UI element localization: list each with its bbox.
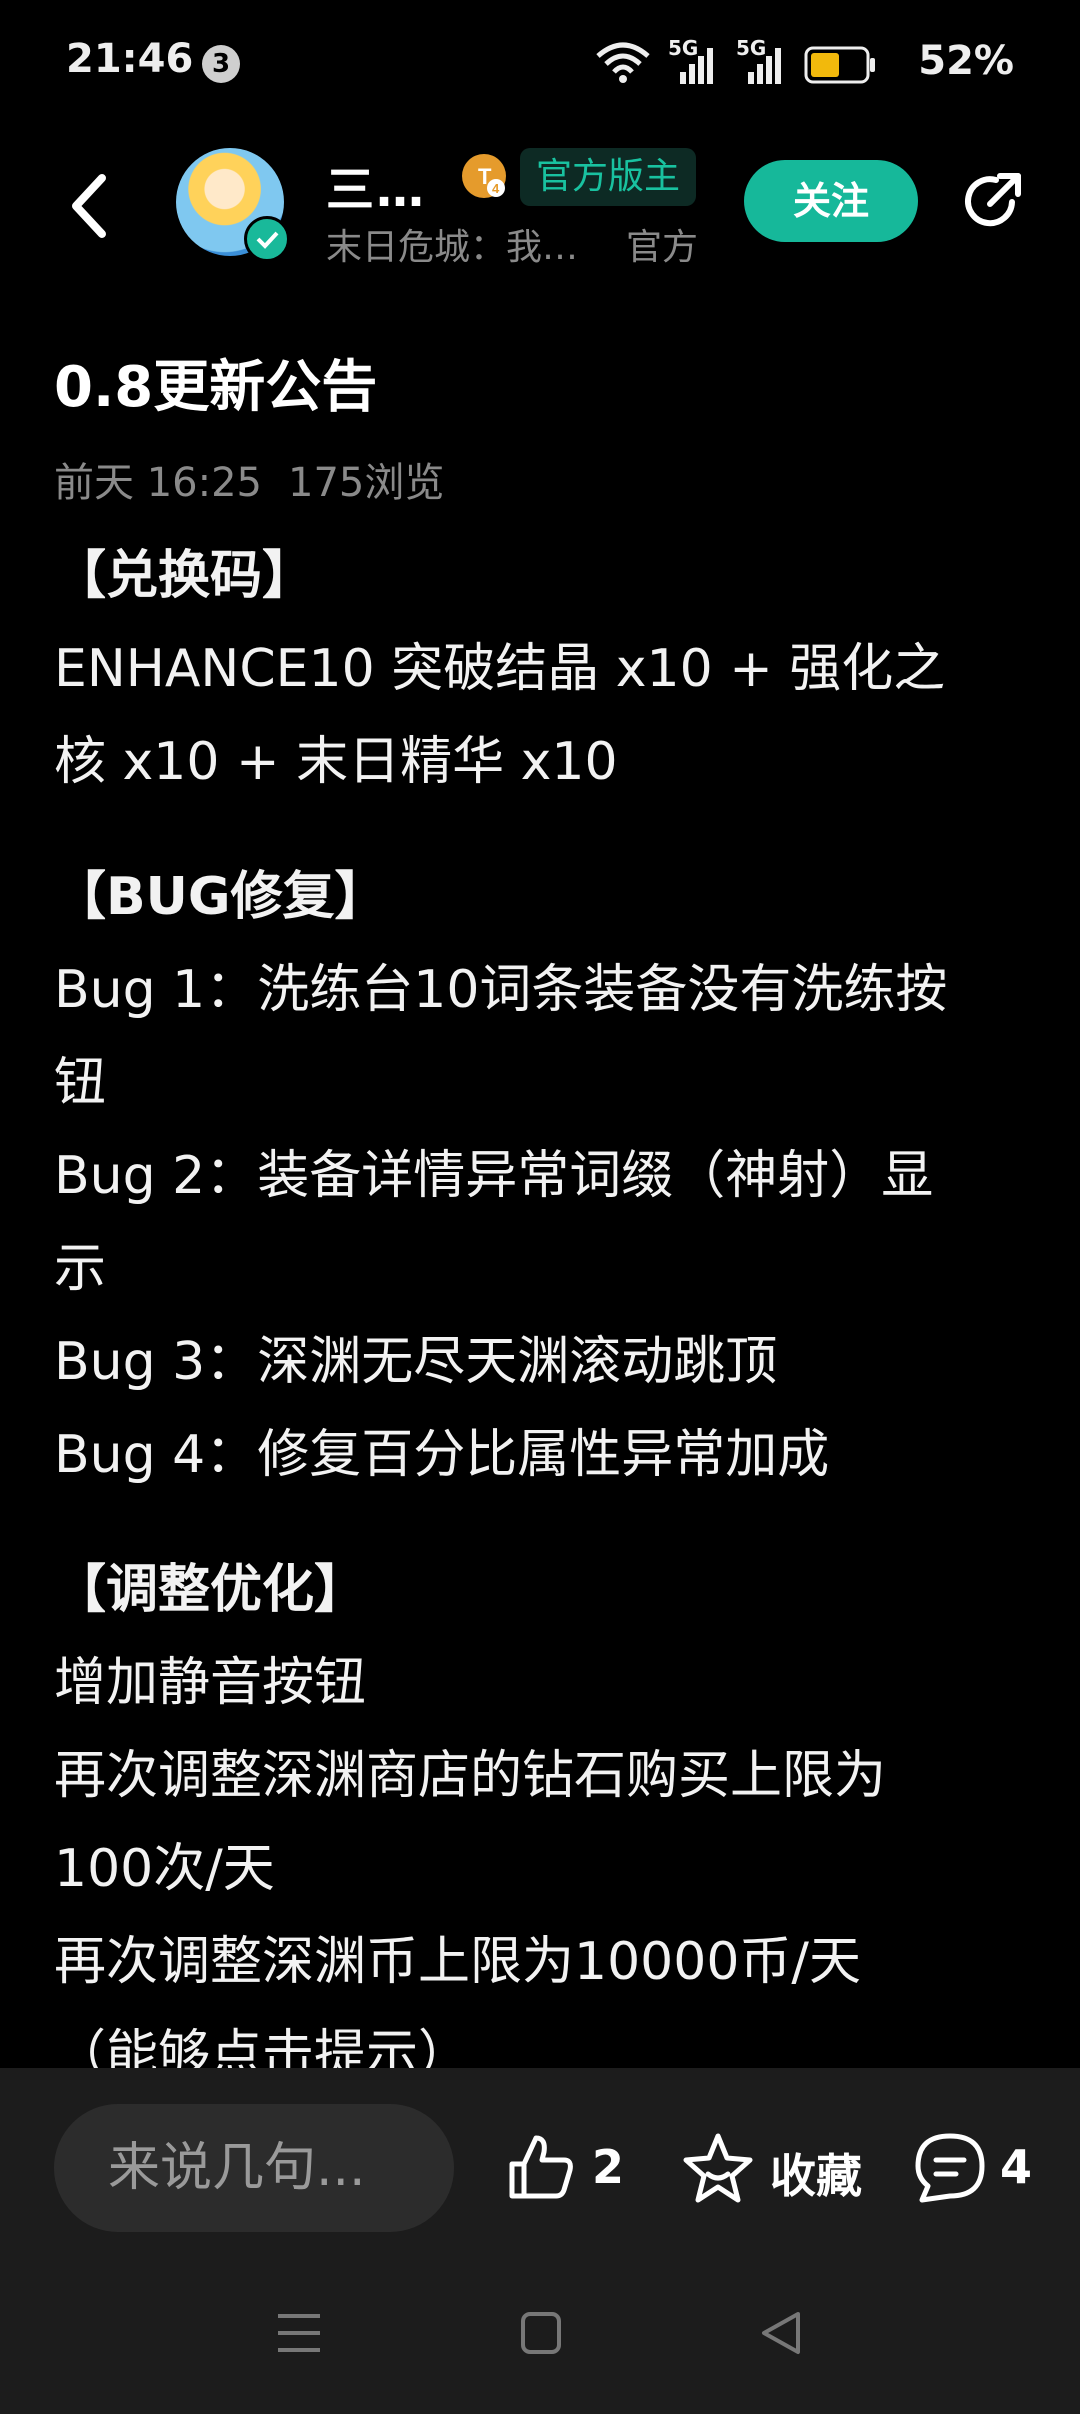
body-line: 100次/天 [54, 1839, 275, 1899]
body-line: 核 x10 + 末日精华 x10 [54, 732, 618, 792]
body-line: ENHANCE10 突破结晶 x10 + 强化之 [54, 639, 946, 699]
home-nav-icon[interactable] [520, 2310, 562, 2356]
signal-icon-1 [680, 48, 713, 84]
like-count: 2 [592, 2140, 625, 2194]
section-heading-adjustments: 【调整优化】 [54, 1560, 367, 1620]
body-line: 钮 [54, 1053, 107, 1113]
post-meta: 前天 16:25 175浏览 [54, 450, 444, 508]
post-title: 0.8更新公告 [54, 355, 378, 420]
thumbs-up-icon [509, 2135, 573, 2199]
svg-text:4: 4 [492, 181, 500, 196]
status-time: 21:46 [66, 36, 194, 82]
post-date: 前天 16:25 [54, 460, 262, 506]
comment-input[interactable]: 来说几句... [54, 2104, 454, 2232]
body-line: 再次调整深渊币上限为10000币/天 [54, 1932, 861, 1992]
status-indicators: 5G 5G 52% [594, 34, 1014, 90]
body-line: 增加静音按钮 [54, 1653, 367, 1713]
back-button[interactable] [60, 168, 120, 244]
body-line: Bug 2：装备详情异常词缀（神射）显 [54, 1146, 934, 1206]
battery-percent: 52% [918, 38, 1014, 84]
system-nav-bar [0, 2260, 1080, 2414]
menu-nav-icon[interactable] [276, 2310, 322, 2356]
wifi-icon [596, 42, 650, 83]
comment-bubble-icon [915, 2133, 985, 2203]
section-heading-bug-fixes: 【BUG修复】 [54, 867, 387, 927]
share-icon[interactable] [956, 166, 1028, 238]
verified-icon [244, 216, 290, 262]
post-body: 【兑换码】 ENHANCE10 突破结晶 x10 + 强化之 核 x10 + 末… [54, 530, 1034, 2102]
comment-count: 4 [1000, 2140, 1033, 2194]
like-button[interactable]: 2 [504, 2126, 644, 2210]
status-bar: 21:46 3 5G 5G 52% [0, 0, 1080, 130]
notification-count-badge: 3 [202, 45, 240, 83]
body-line: 再次调整深渊商店的钻石购买上限为 [54, 1746, 887, 1806]
body-line: 示 [54, 1239, 107, 1299]
favorite-button[interactable]: 收藏 [680, 2126, 870, 2210]
author-game-name: 末日危城：我… [326, 227, 579, 268]
battery-icon [804, 46, 875, 84]
post-views: 175浏览 [288, 460, 445, 506]
post-header: 三… T 4 官方版主 末日危城：我… 官方 关注 [0, 130, 1080, 280]
back-nav-icon[interactable] [758, 2308, 804, 2358]
body-line: Bug 1：洗练台10词条装备没有洗练按 [54, 960, 948, 1020]
author-name[interactable]: 三… [326, 150, 426, 220]
comments-button[interactable]: 4 [912, 2126, 1032, 2210]
t4-level-icon: T 4 [462, 154, 506, 198]
official-tag: 官方 [626, 227, 699, 268]
star-icon [683, 2133, 753, 2203]
body-line: Bug 3：深渊无尽天渊滚动跳顶 [54, 1332, 778, 1392]
body-line: Bug 4：修复百分比属性异常加成 [54, 1425, 830, 1485]
section-heading-redeem-code: 【兑换码】 [54, 546, 315, 606]
favorite-label: 收藏 [770, 2149, 862, 2203]
official-moderator-badge: 官方版主 [520, 148, 697, 206]
follow-button[interactable]: 关注 [744, 160, 918, 242]
signal-icon-2 [748, 48, 781, 84]
